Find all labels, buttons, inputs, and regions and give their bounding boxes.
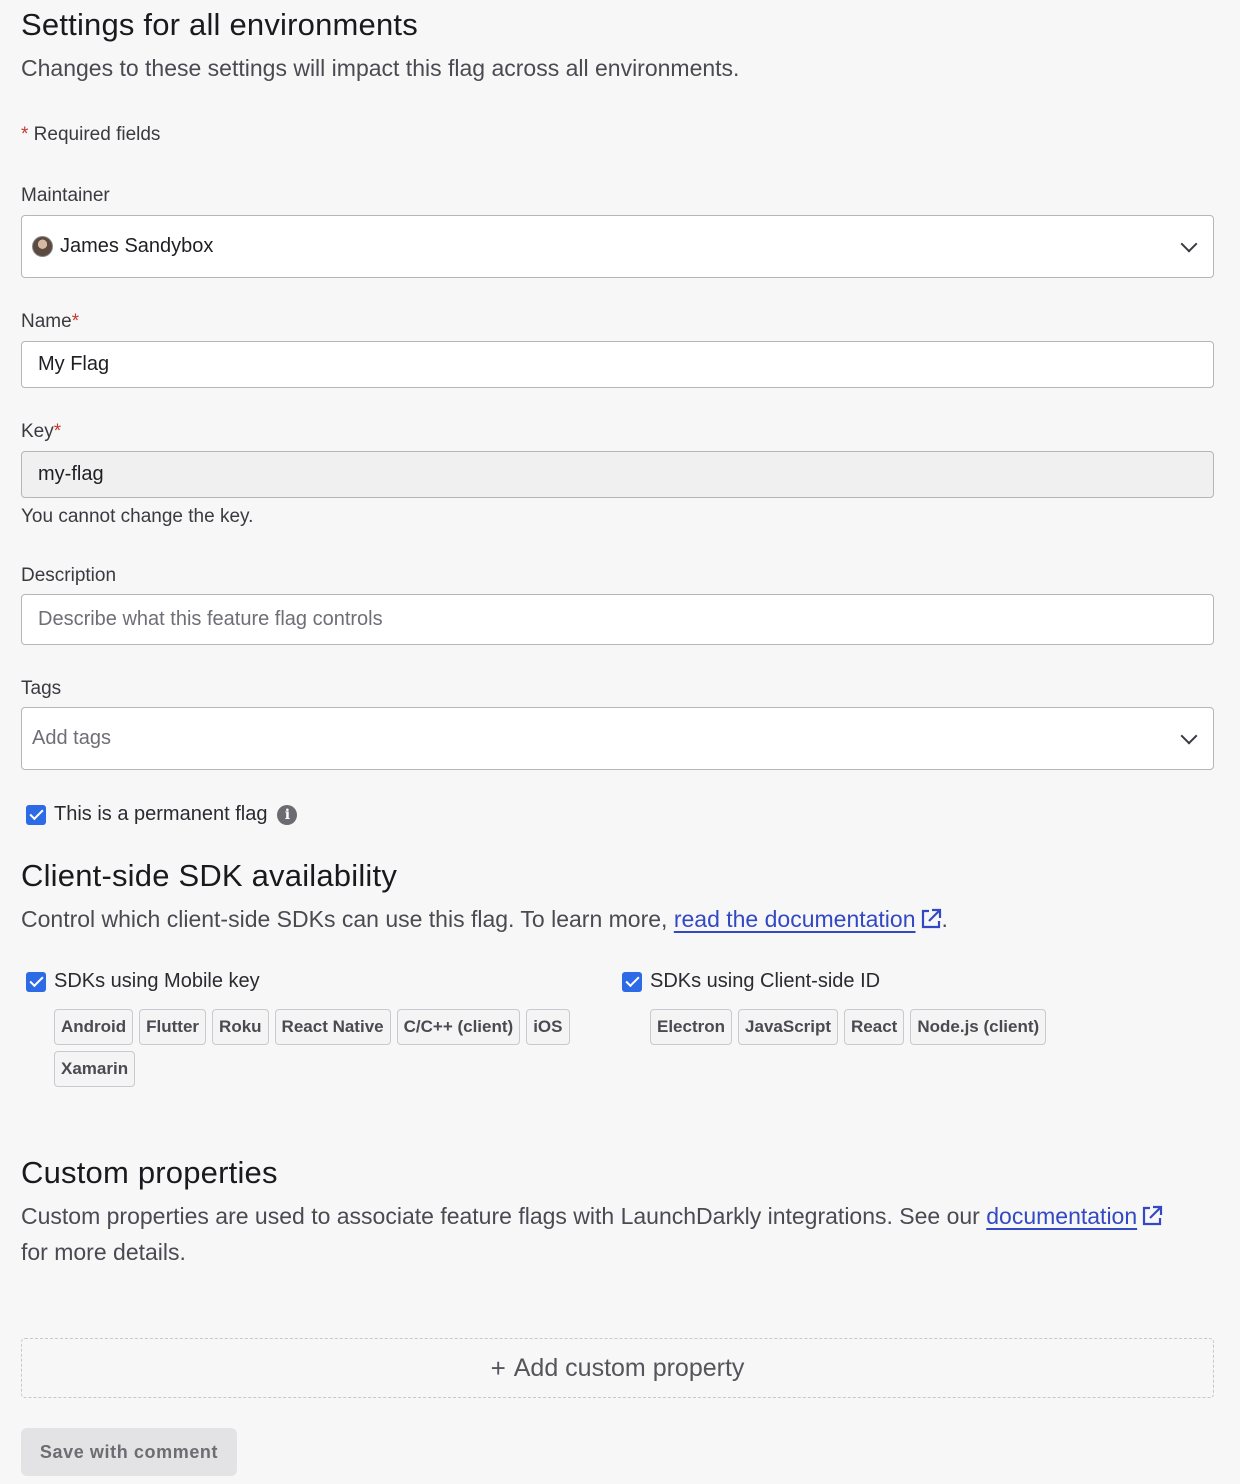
sdk-description-text: Control which client-side SDKs can use t… <box>21 906 674 932</box>
sdk-docs-link[interactable]: read the documentation <box>674 906 942 932</box>
name-label-text: Name <box>21 311 72 332</box>
mobile-key-checkbox[interactable] <box>26 971 46 992</box>
permanent-flag-label: This is a permanent flag <box>54 803 268 825</box>
name-label: Name* <box>21 310 79 334</box>
sdk-chip-react: React <box>844 1009 905 1045</box>
add-custom-property-label: Add custom property <box>513 1353 745 1382</box>
maintainer-value: James Sandybox <box>60 235 214 257</box>
key-label-text: Key <box>21 421 54 442</box>
mobile-key-row: SDKs using Mobile key <box>26 970 260 993</box>
key-label: Key* <box>21 420 61 444</box>
required-fields-text: Required fields <box>28 124 161 145</box>
required-marker: * <box>71 311 80 332</box>
mobile-sdk-chips: Android Flutter Roku React Native C/C++ … <box>54 1009 574 1087</box>
mobile-key-label: SDKs using Mobile key <box>54 970 260 992</box>
sdk-chip-nodejs-client: Node.js (client) <box>910 1009 1047 1045</box>
custom-description-end: for more details. <box>21 1239 186 1265</box>
sdk-chip-flutter: Flutter <box>139 1009 207 1045</box>
tags-select[interactable]: Add tags <box>21 707 1214 770</box>
custom-docs-link-text: documentation <box>986 1203 1138 1229</box>
tags-label: Tags <box>21 678 62 699</box>
custom-properties-title: Custom properties <box>21 1155 278 1190</box>
permanent-flag-checkbox[interactable] <box>26 804 46 825</box>
client-side-id-row: SDKs using Client-side ID <box>622 970 880 993</box>
key-input: my-flag <box>21 451 1214 498</box>
custom-docs-link[interactable]: documentation <box>986 1203 1163 1229</box>
tags-placeholder: Add tags <box>32 727 111 749</box>
key-value: my-flag <box>38 463 104 485</box>
name-input[interactable]: My Flag <box>21 341 1214 388</box>
custom-description-text: Custom properties are used to associate … <box>21 1203 987 1229</box>
key-help-text: You cannot change the key. <box>21 506 254 527</box>
client-side-id-checkbox[interactable] <box>622 971 642 992</box>
sdk-chip-xamarin: Xamarin <box>54 1051 136 1087</box>
sdk-section-description: Control which client-side SDKs can use t… <box>21 901 948 937</box>
chevron-down-icon <box>1180 235 1198 252</box>
sdk-docs-link-text: read the documentation <box>673 906 916 932</box>
sdk-chip-c-cpp-client: C/C++ (client) <box>396 1009 521 1045</box>
sdk-chip-ios: iOS <box>526 1009 570 1045</box>
settings-subtitle: Changes to these settings will impact th… <box>21 55 740 81</box>
custom-properties-description: Custom properties are used to associate … <box>21 1198 1171 1270</box>
client-sdk-chips: Electron JavaScript React Node.js (clien… <box>650 1009 1210 1045</box>
chevron-down-icon <box>1180 727 1198 744</box>
name-value: My Flag <box>38 353 110 375</box>
maintainer-select[interactable]: James Sandybox <box>21 215 1214 278</box>
sdk-chip-roku: Roku <box>212 1009 269 1045</box>
client-side-id-label: SDKs using Client-side ID <box>650 970 881 992</box>
save-with-comment-button[interactable]: Save with comment <box>21 1428 237 1476</box>
sdk-section-title: Client-side SDK availability <box>21 858 398 893</box>
description-input[interactable]: Describe what this feature flag controls <box>21 594 1214 645</box>
sdk-chip-android: Android <box>54 1009 134 1045</box>
external-link-icon <box>921 908 941 929</box>
add-custom-property-button[interactable]: + Add custom property <box>21 1338 1214 1398</box>
sdk-chip-javascript: JavaScript <box>738 1009 839 1045</box>
plus-icon: + <box>490 1352 506 1383</box>
description-label: Description <box>21 565 117 586</box>
avatar <box>32 236 53 257</box>
external-link-icon <box>1143 1205 1163 1226</box>
required-marker: * <box>53 421 62 442</box>
description-placeholder: Describe what this feature flag controls <box>38 608 383 630</box>
info-icon[interactable]: i <box>277 804 298 825</box>
permanent-flag-row: This is a permanent flag i <box>26 803 298 826</box>
maintainer-label: Maintainer <box>21 185 110 206</box>
settings-title: Settings for all environments <box>21 7 418 42</box>
required-fields-note: * Required fields <box>21 123 160 147</box>
sdk-chip-electron: Electron <box>650 1009 733 1045</box>
sdk-chip-react-native: React Native <box>274 1009 391 1045</box>
sdk-description-end: . <box>941 906 948 932</box>
